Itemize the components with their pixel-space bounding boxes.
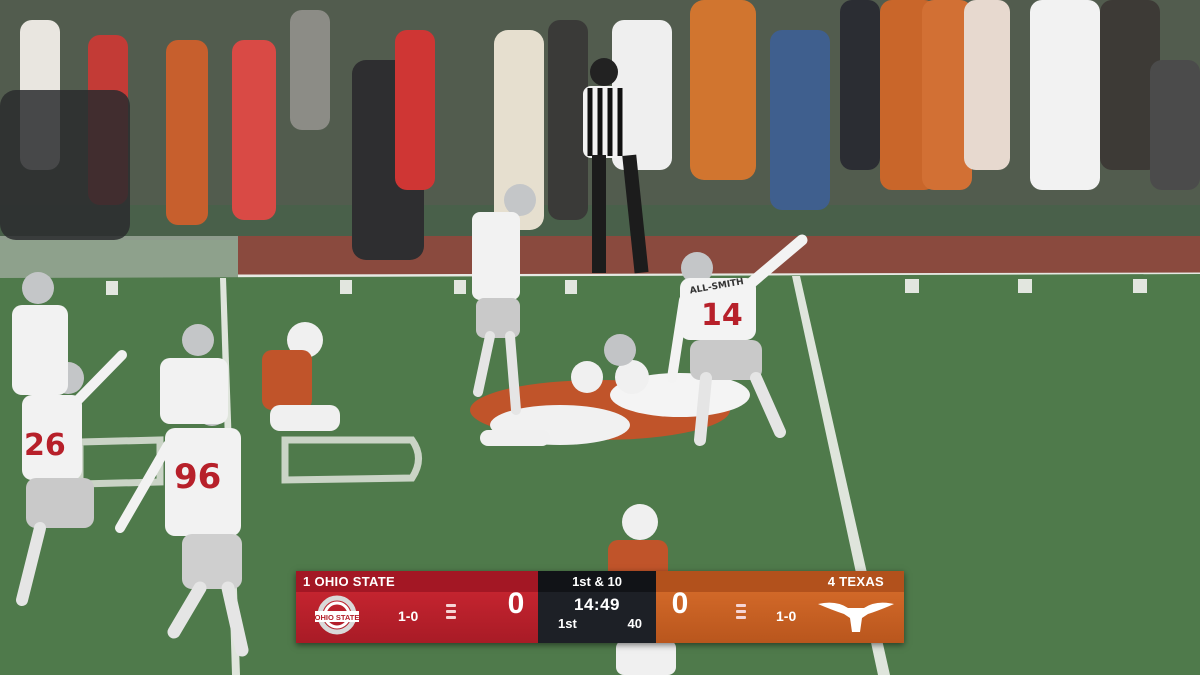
away-record: 1-0 — [398, 608, 419, 624]
away-timeout-2 — [446, 610, 456, 613]
home-timeouts — [736, 604, 746, 622]
ohio-state-logo-text: OHIO STATE — [315, 613, 360, 622]
away-timeout-1 — [446, 604, 456, 607]
game-clock: 14:49 — [574, 595, 620, 614]
away-timeout-3 — [446, 616, 456, 619]
away-score: 0 — [507, 587, 525, 620]
away-team-panel: 1 OHIO STATE OHIO STATE 1-0 0 — [296, 571, 538, 643]
home-timeout-3 — [736, 616, 746, 619]
scorebug: 1 OHIO STATE OHIO STATE 1-0 0 1st & 10 1… — [296, 571, 904, 643]
game-situation-panel: 1st & 10 14:49 1st 40 — [538, 571, 656, 643]
player-14-number: 14 — [701, 298, 743, 333]
home-timeout-2 — [736, 610, 746, 613]
play-clock: 40 — [627, 616, 642, 631]
boundary-line — [0, 236, 238, 278]
home-team-body: 0 1-0 — [656, 587, 904, 643]
home-score: 0 — [671, 587, 689, 620]
longhorn-icon — [818, 602, 894, 632]
ohio-state-logo-icon: OHIO STATE — [315, 595, 360, 635]
home-record: 1-0 — [776, 608, 797, 624]
away-timeouts — [446, 604, 456, 622]
away-team-body: OHIO STATE 1-0 0 — [296, 587, 538, 643]
home-team-panel: 4 TEXAS 0 1-0 — [656, 571, 904, 643]
quarter: 1st — [558, 616, 577, 631]
down-and-distance: 1st & 10 — [572, 574, 622, 589]
home-timeout-1 — [736, 604, 746, 607]
player-96-number: 96 — [174, 457, 221, 497]
player-26-number: 26 — [24, 428, 66, 463]
